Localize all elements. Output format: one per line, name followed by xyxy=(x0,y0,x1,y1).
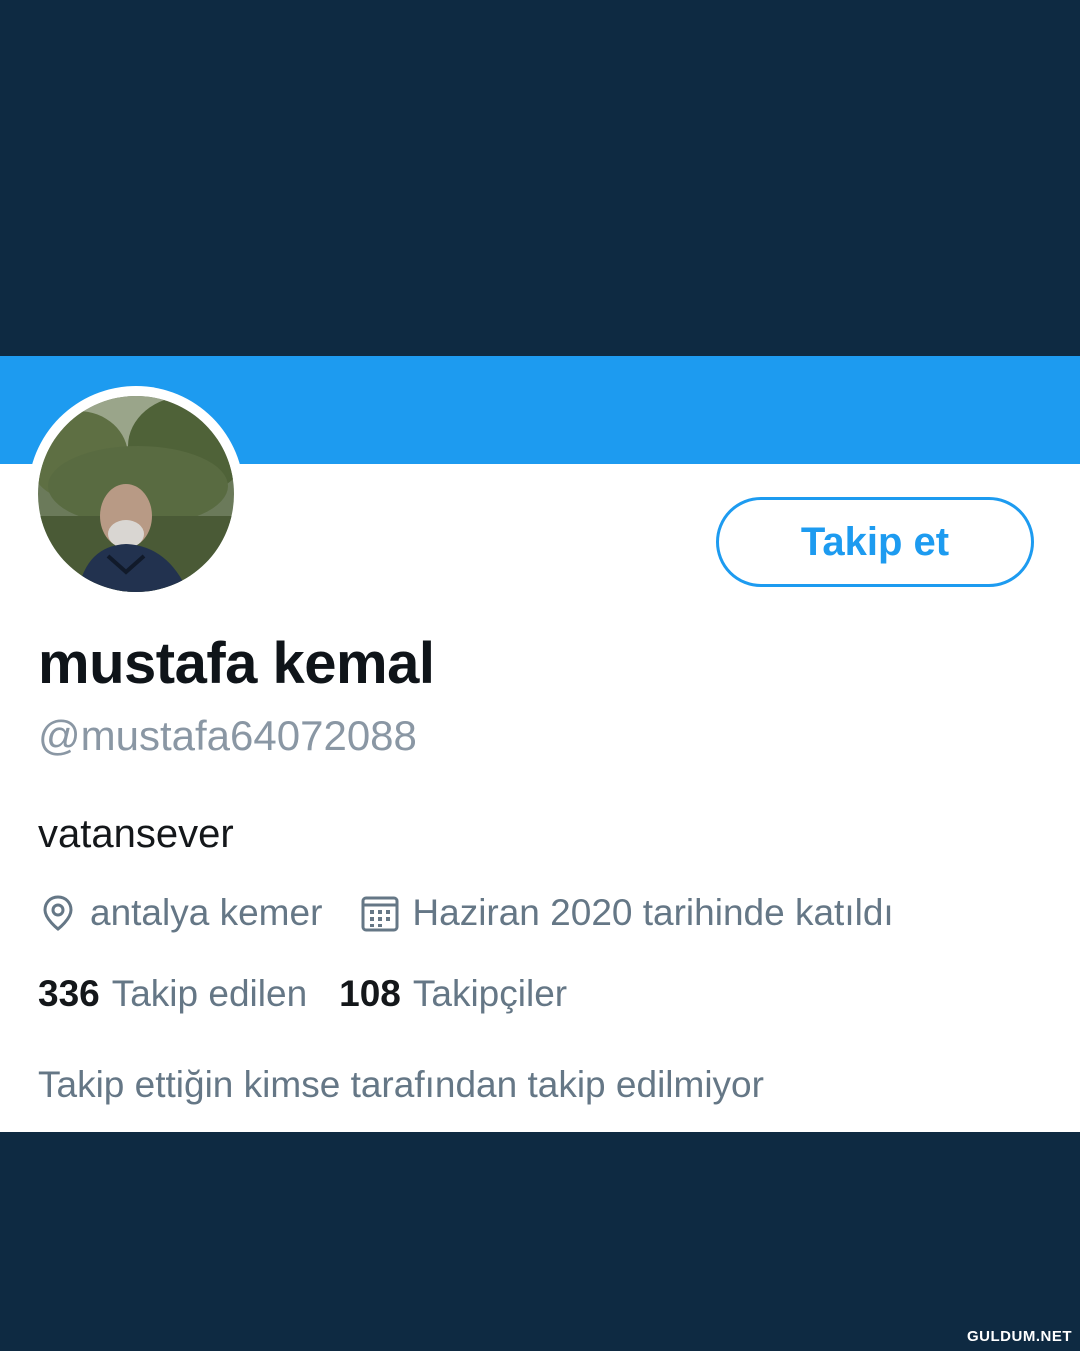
profile-joined: Haziran 2020 tarihinde katıldı xyxy=(360,892,894,934)
profile-location: antalya kemer xyxy=(38,892,322,934)
profile-handle: @mustafa64072088 xyxy=(38,712,417,759)
location-pin-icon xyxy=(43,895,73,931)
following-count: 336 xyxy=(38,973,100,1014)
followers-count: 108 xyxy=(339,973,401,1014)
following-link[interactable]: 336 Takip edilen xyxy=(38,973,307,1015)
avatar[interactable] xyxy=(38,396,234,592)
profile-meta: antalya kemer Haziran 2020 tarihinde kat… xyxy=(38,890,894,936)
calendar-icon xyxy=(361,896,399,932)
profile-bio: vatansever xyxy=(38,812,234,856)
followed-by-note: Takip ettiğin kimse tarafından takip edi… xyxy=(38,1064,764,1105)
follow-button[interactable]: Takip et xyxy=(716,497,1034,587)
profile-stats: 336 Takip edilen 108 Takipçiler xyxy=(38,973,567,1015)
avatar-photo xyxy=(38,396,234,592)
profile-display-name: mustafa kemal xyxy=(38,631,435,696)
location-text: antalya kemer xyxy=(90,892,323,933)
followers-link[interactable]: 108 Takipçiler xyxy=(339,973,567,1015)
following-label: Takip edilen xyxy=(111,973,308,1014)
top-background xyxy=(0,0,1080,356)
followers-label: Takipçiler xyxy=(412,973,568,1014)
watermark: GULDUM.NET xyxy=(967,1328,1072,1345)
joined-text: Haziran 2020 tarihinde katıldı xyxy=(412,892,894,933)
bottom-background xyxy=(0,1132,1080,1351)
